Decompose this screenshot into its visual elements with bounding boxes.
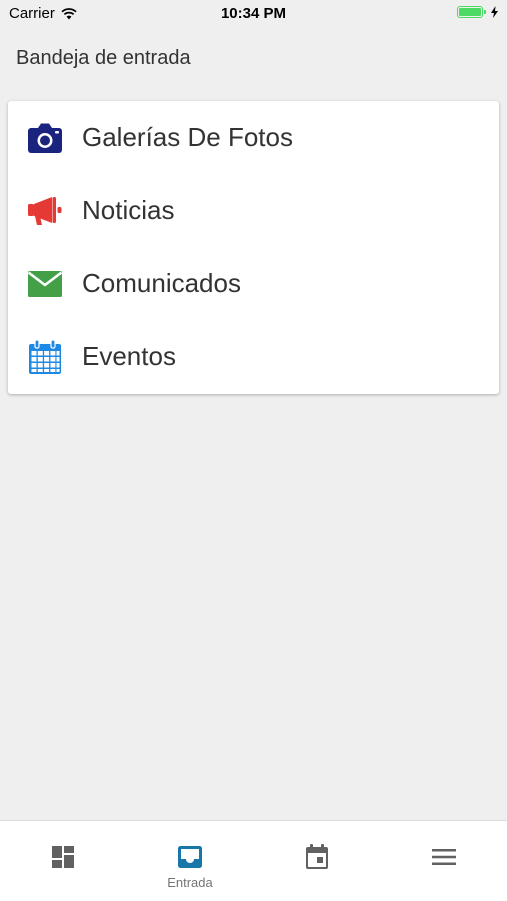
- inbox-icon: [177, 844, 203, 870]
- battery-icon: [457, 6, 486, 18]
- menu-item-comunicados[interactable]: Comunicados: [8, 247, 499, 320]
- menu-item-label: Comunicados: [82, 268, 241, 298]
- status-time: 10:34 PM: [220, 5, 287, 22]
- tab-menu[interactable]: [381, 821, 507, 901]
- menu-item-label: Galerías De Fotos: [82, 122, 293, 152]
- dashboard-icon: [50, 844, 76, 870]
- megaphone-icon: [27, 193, 63, 229]
- status-right: [457, 6, 499, 18]
- tab-dashboard[interactable]: [0, 821, 126, 901]
- menu-item-eventos[interactable]: Eventos: [8, 320, 499, 393]
- menu-card: Galerías De Fotos Noticias Comunicados E…: [8, 101, 499, 394]
- event-icon: [304, 844, 330, 870]
- menu-item-noticias[interactable]: Noticias: [8, 174, 499, 247]
- tab-bar: Entrada: [0, 820, 507, 901]
- charging-bolt-icon: [491, 6, 498, 18]
- envelope-icon: [27, 266, 63, 302]
- calendar-icon: [27, 338, 63, 375]
- menu-icon: [431, 844, 457, 870]
- camera-icon: [27, 120, 63, 156]
- menu-item-label: Noticias: [82, 195, 175, 225]
- tab-eventos[interactable]: [254, 821, 380, 901]
- tab-entrada[interactable]: Entrada: [127, 821, 253, 901]
- menu-item-galerias[interactable]: Galerías De Fotos: [8, 101, 499, 174]
- tab-label: Entrada: [167, 875, 213, 890]
- status-bar: Carrier 10:34 PM: [0, 0, 507, 28]
- menu-item-label: Eventos: [82, 341, 176, 371]
- page-title: Bandeja de entrada: [16, 47, 191, 69]
